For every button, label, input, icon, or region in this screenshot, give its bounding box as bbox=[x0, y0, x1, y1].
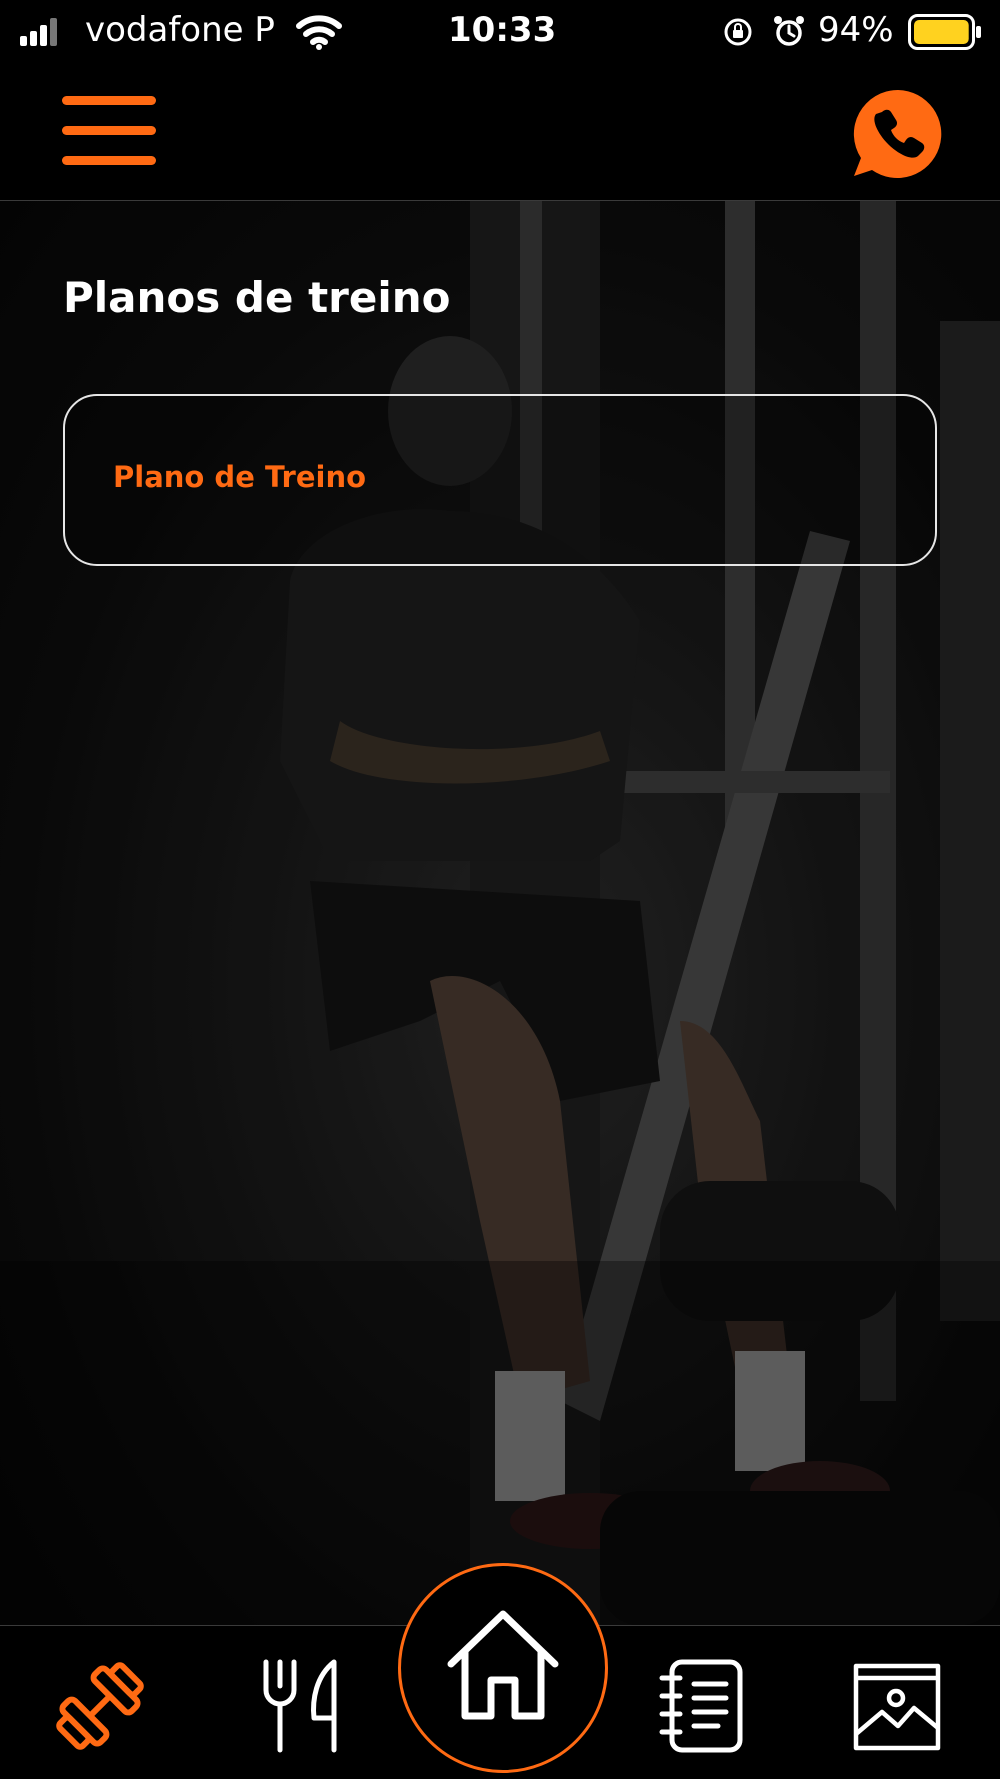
home-button[interactable] bbox=[398, 1563, 608, 1773]
clock: 10:33 bbox=[448, 10, 557, 50]
gallery-icon[interactable] bbox=[852, 1656, 942, 1756]
page-title: Planos de treino bbox=[63, 273, 451, 322]
training-plan-label: Plano de Treino bbox=[113, 460, 367, 494]
hamburger-menu-icon[interactable] bbox=[60, 96, 160, 166]
content-area: Planos de treino Plano de Treino bbox=[0, 201, 1000, 1625]
dumbbell-icon[interactable] bbox=[50, 1656, 150, 1756]
home-icon bbox=[447, 1610, 559, 1720]
alarm-icon bbox=[774, 16, 804, 46]
orientation-lock-icon bbox=[724, 18, 752, 46]
battery-icon bbox=[908, 14, 981, 50]
notebook-icon[interactable] bbox=[656, 1656, 746, 1756]
status-bar: vodafone P 10:33 94% bbox=[0, 0, 1000, 66]
signal-icon bbox=[20, 18, 57, 46]
app-header bbox=[0, 66, 1000, 201]
phone-chat-icon[interactable] bbox=[848, 84, 948, 184]
training-plan-card[interactable]: Plano de Treino bbox=[63, 394, 937, 566]
carrier-name: vodafone P bbox=[85, 10, 275, 50]
wifi-icon bbox=[296, 15, 342, 50]
fork-knife-icon[interactable] bbox=[260, 1656, 350, 1756]
battery-percent: 94% bbox=[818, 10, 894, 50]
